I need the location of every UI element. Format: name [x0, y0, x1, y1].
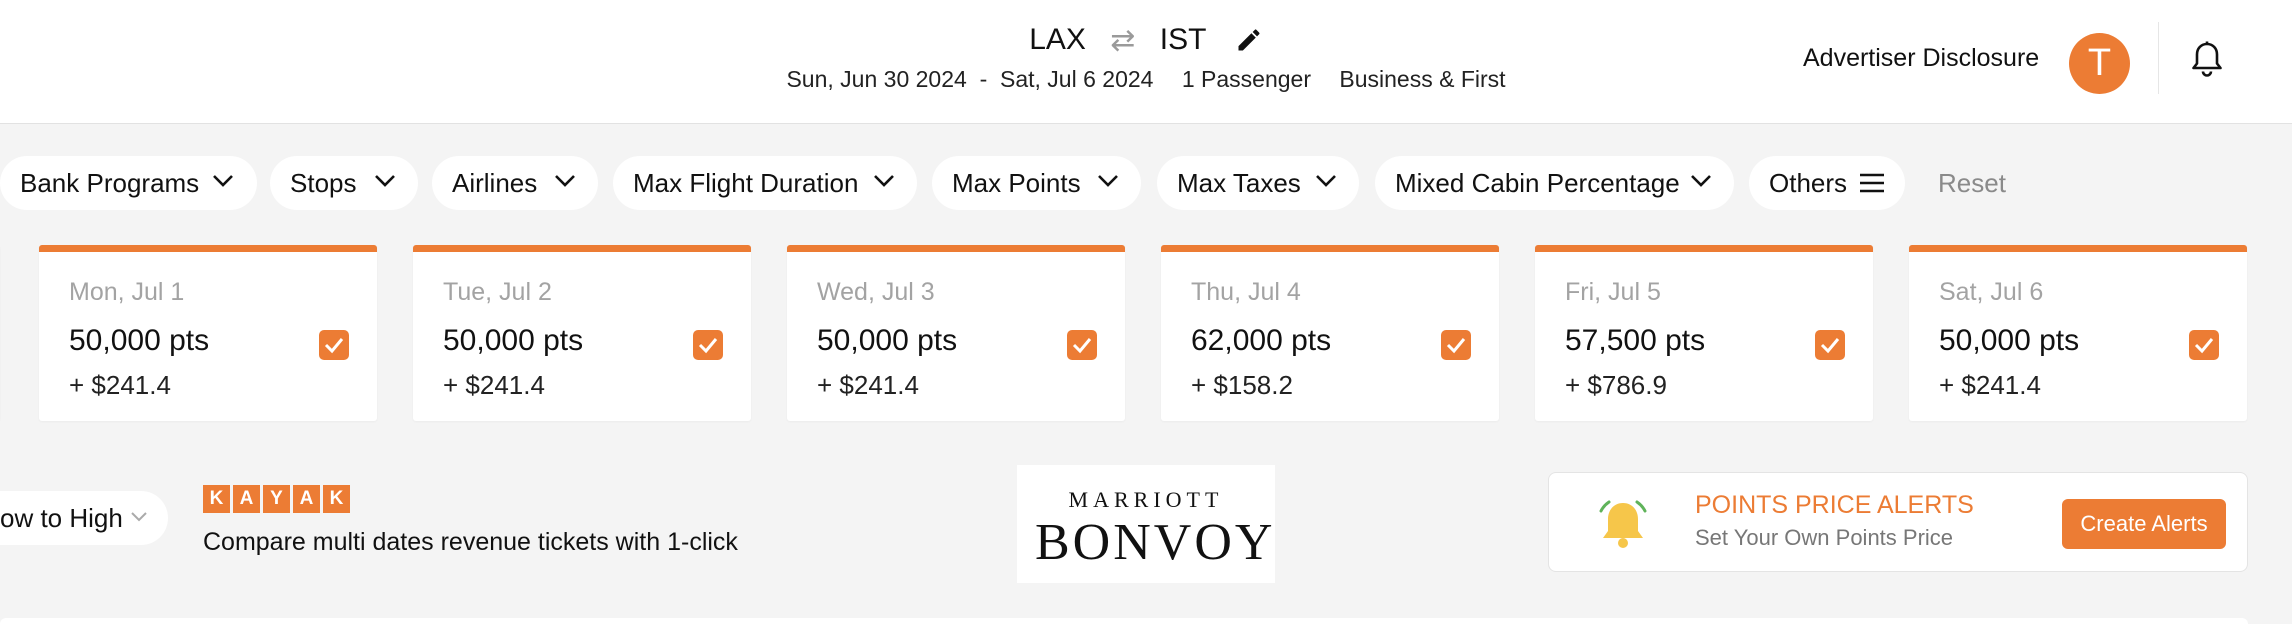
- filter-label: Stops: [290, 168, 357, 198]
- kayak-letter: A: [293, 485, 320, 513]
- header-divider: [2158, 22, 2159, 94]
- filter-label: Others: [1769, 168, 1848, 198]
- avatar[interactable]: T: [2069, 33, 2130, 94]
- advertiser-disclosure-link[interactable]: Advertiser Disclosure: [1803, 44, 2039, 73]
- card-taxes: + $241.4: [1939, 370, 2041, 400]
- results-panel-edge: [0, 618, 2248, 624]
- menu-lines-icon: [1860, 173, 1884, 193]
- card-points: 50,000 pts: [817, 324, 958, 357]
- card-date: Thu, Jul 4: [1191, 278, 1301, 306]
- filter-label: Max Flight Duration: [633, 168, 859, 198]
- alert-bell-icon: [1595, 497, 1651, 556]
- card-taxes: + $786.9: [1565, 370, 1667, 400]
- filter-label: Max Points: [952, 168, 1081, 198]
- alert-title: POINTS PRICE ALERTS: [1695, 491, 1974, 519]
- destination-code: IST: [1159, 23, 1207, 57]
- date-checkbox[interactable]: [2189, 330, 2219, 360]
- filter-label: Max Taxes: [1177, 168, 1301, 198]
- chevron-down-icon: [131, 512, 147, 522]
- kayak-letter: K: [203, 485, 230, 513]
- filter-bank-programs[interactable]: Bank Programs: [0, 156, 257, 210]
- kayak-letter: K: [323, 485, 350, 513]
- filter-max-flight-duration[interactable]: Max Flight Duration: [613, 156, 917, 210]
- create-alerts-button[interactable]: Create Alerts: [2062, 499, 2226, 549]
- date-card[interactable]: Mon, Jul 1 50,000 pts + $241.4: [39, 245, 377, 421]
- checkmark-icon: [324, 338, 344, 354]
- chevron-down-icon: [1098, 175, 1118, 187]
- pencil-icon[interactable]: [1235, 26, 1263, 54]
- checkmark-icon: [2194, 338, 2214, 354]
- sort-dropdown[interactable]: ow to High: [0, 491, 168, 545]
- origin-code: LAX: [1029, 23, 1086, 57]
- marriott-bonvoy-banner[interactable]: MARRIOTT BONVOY: [1017, 465, 1275, 583]
- date-card[interactable]: Fri, Jul 5 57,500 pts + $786.9: [1535, 245, 1873, 421]
- card-points: 50,000 pts: [69, 324, 210, 357]
- filter-label: Airlines: [452, 168, 538, 198]
- checkmark-icon: [1820, 338, 1840, 354]
- checkmark-icon: [698, 338, 718, 354]
- card-date: Wed, Jul 3: [817, 278, 935, 306]
- kayak-logo[interactable]: K A Y A K: [203, 485, 353, 513]
- kayak-compare-link[interactable]: Compare multi dates revenue tickets with…: [203, 528, 738, 557]
- marriott-wordmark: MARRIOTT: [1068, 487, 1224, 512]
- date-card[interactable]: Sat, Jul 6 50,000 pts + $241.4: [1909, 245, 2247, 421]
- card-points: 50,000 pts: [1939, 324, 2080, 357]
- chevron-down-icon: [1316, 175, 1336, 187]
- card-date: Mon, Jul 1: [69, 278, 185, 306]
- filter-bar: Bank Programs Stops Airlines Max Flight …: [0, 156, 2292, 210]
- card-date: Sat, Jul 6: [1939, 278, 2044, 306]
- card-taxes: + $241.4: [443, 370, 545, 400]
- date-checkbox[interactable]: [693, 330, 723, 360]
- card-points: 57,500 pts: [1565, 324, 1706, 357]
- card-date: Fri, Jul 5: [1565, 278, 1661, 306]
- card-taxes: + $241.4: [817, 370, 919, 400]
- filter-max-taxes[interactable]: Max Taxes: [1157, 156, 1359, 210]
- trip-dates: Sun, Jun 30 2024 - Sat, Jul 6 2024: [786, 66, 1154, 92]
- swap-arrows-icon[interactable]: ⇄: [1110, 23, 1135, 58]
- card-taxes: + $158.2: [1191, 370, 1293, 400]
- filter-max-points[interactable]: Max Points: [932, 156, 1141, 210]
- points-price-alert-panel: POINTS PRICE ALERTS Set Your Own Points …: [1548, 472, 2248, 572]
- date-card[interactable]: Wed, Jul 3 50,000 pts + $241.4: [787, 245, 1125, 421]
- chevron-down-icon: [1691, 175, 1711, 187]
- card-points: 50,000 pts: [443, 324, 584, 357]
- filter-mixed-cabin-percentage[interactable]: Mixed Cabin Percentage: [1375, 156, 1734, 210]
- sort-label: ow to High: [0, 503, 123, 533]
- filter-label: Mixed Cabin Percentage: [1395, 168, 1680, 198]
- top-header: LAX ⇄ IST Sun, Jun 30 2024 - Sat, Jul 6 …: [0, 0, 2292, 124]
- card-taxes: + $241.4: [69, 370, 171, 400]
- chevron-down-icon: [375, 175, 395, 187]
- kayak-letter: A: [233, 485, 260, 513]
- card-points: 62,000 pts: [1191, 324, 1332, 357]
- bell-icon[interactable]: [2190, 40, 2224, 78]
- date-checkbox[interactable]: [1815, 330, 1845, 360]
- bonvoy-wordmark: BONVOY: [1035, 514, 1276, 571]
- checkmark-icon: [1072, 338, 1092, 354]
- kayak-letter: Y: [263, 485, 290, 513]
- filter-stops[interactable]: Stops: [270, 156, 418, 210]
- chevron-down-icon: [874, 175, 894, 187]
- date-card[interactable]: Tue, Jul 2 50,000 pts + $241.4: [413, 245, 751, 421]
- chevron-down-icon: [213, 175, 233, 187]
- date-checkbox[interactable]: [319, 330, 349, 360]
- date-checkbox[interactable]: [1067, 330, 1097, 360]
- passenger-count: 1 Passenger: [1181, 66, 1311, 92]
- checkmark-icon: [1446, 338, 1466, 354]
- alert-subtitle: Set Your Own Points Price: [1695, 525, 1954, 550]
- filter-airlines[interactable]: Airlines: [432, 156, 598, 210]
- card-date: Tue, Jul 2: [443, 278, 552, 306]
- reset-filters-button[interactable]: Reset: [1938, 156, 2006, 210]
- chevron-down-icon: [555, 175, 575, 187]
- filter-others[interactable]: Others: [1749, 156, 1905, 210]
- date-checkbox[interactable]: [1441, 330, 1471, 360]
- cabin-class: Business & First: [1339, 66, 1506, 92]
- filter-label: Bank Programs: [20, 168, 200, 198]
- date-card[interactable]: Thu, Jul 4 62,000 pts + $158.2: [1161, 245, 1499, 421]
